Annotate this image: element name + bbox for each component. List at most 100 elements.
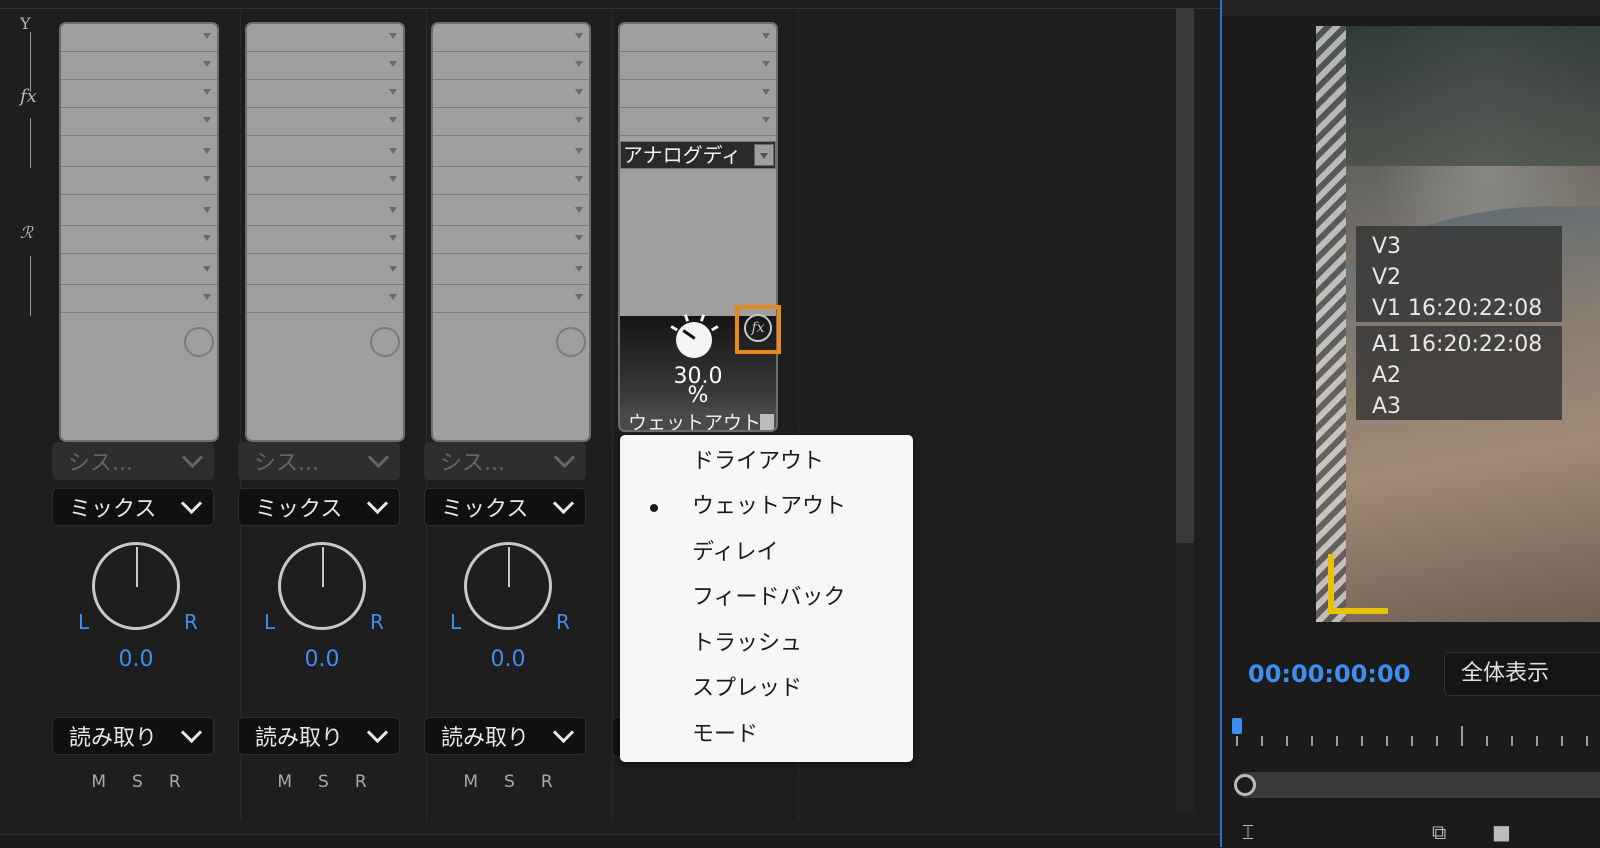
expand-collapse-icon[interactable]: Y xyxy=(20,14,31,33)
automation-mode-dropdown[interactable]: 読み取り xyxy=(238,717,400,755)
effects-rail-icon[interactable]: fx xyxy=(20,86,37,107)
pan-knob[interactable] xyxy=(278,542,366,630)
send-slot[interactable] xyxy=(247,198,403,226)
pan-knob[interactable] xyxy=(92,542,180,630)
pan-value[interactable]: 0.0 xyxy=(238,647,406,672)
playhead-marker[interactable] xyxy=(1232,718,1242,734)
playhead-timecode[interactable]: 00:00:00:00 xyxy=(1248,660,1410,688)
send-level-knob[interactable] xyxy=(184,327,214,357)
solo-button[interactable]: S xyxy=(132,772,143,792)
export-frame-icon[interactable]: ⧉ xyxy=(1432,820,1446,844)
effect-parameter-selector[interactable]: ウェットアウト xyxy=(620,412,776,432)
send-slot[interactable] xyxy=(247,226,403,254)
pan-value[interactable]: 0.0 xyxy=(52,647,220,672)
menu-item-label: モード xyxy=(692,722,759,747)
effect-slot[interactable] xyxy=(61,139,217,167)
effect-slot[interactable] xyxy=(433,139,589,167)
effect-slot[interactable] xyxy=(433,108,589,136)
sends-rail-icon[interactable]: ℛ xyxy=(20,223,33,242)
send-slot[interactable] xyxy=(61,257,217,285)
send-slot[interactable] xyxy=(433,198,589,226)
stop-icon[interactable]: ■ xyxy=(1492,820,1511,844)
effect-slot[interactable] xyxy=(620,24,776,52)
effect-slot-dropdown-button[interactable] xyxy=(754,144,774,166)
menu-item-delay[interactable]: ディレイ xyxy=(620,531,913,575)
send-slot[interactable] xyxy=(247,285,403,313)
effect-slot[interactable] xyxy=(433,24,589,52)
menu-item-feedback[interactable]: フィードバック xyxy=(620,576,913,620)
mute-button[interactable]: M xyxy=(277,772,292,792)
effect-slot[interactable] xyxy=(247,24,403,52)
send-slot[interactable] xyxy=(433,226,589,254)
menu-item-trash[interactable]: トラッシュ xyxy=(620,622,913,666)
output-select-dropdown[interactable]: ミックス xyxy=(238,488,400,526)
send-slot[interactable] xyxy=(61,198,217,226)
effect-parameter-unit: % xyxy=(687,383,709,408)
dropdown-arrow-icon xyxy=(762,89,770,95)
mute-button[interactable]: M xyxy=(463,772,478,792)
dropdown-arrow-icon xyxy=(203,235,211,241)
menu-item-mode[interactable]: モード xyxy=(620,713,913,757)
effect-slot[interactable] xyxy=(61,80,217,108)
automation-mode-dropdown[interactable]: 読み取り xyxy=(52,717,214,755)
pan-value[interactable]: 0.0 xyxy=(424,647,592,672)
mute-button[interactable]: M xyxy=(91,772,106,792)
input-select-dropdown[interactable]: シス... xyxy=(52,442,214,480)
effect-slot[interactable] xyxy=(247,139,403,167)
solo-button[interactable]: S xyxy=(318,772,329,792)
zoom-scroll-handle[interactable] xyxy=(1234,774,1256,796)
mark-in-icon[interactable]: ⌶ xyxy=(1242,820,1254,844)
send-slot[interactable] xyxy=(247,257,403,285)
effect-slot[interactable] xyxy=(247,52,403,80)
effect-slot[interactable] xyxy=(433,80,589,108)
effect-slot[interactable] xyxy=(247,167,403,195)
menu-item-spread[interactable]: スプレッド xyxy=(620,667,913,711)
record-button[interactable]: R xyxy=(541,772,553,792)
input-select-dropdown[interactable]: シス... xyxy=(424,442,586,480)
automation-mode-dropdown[interactable]: 読み取り xyxy=(424,717,586,755)
dropdown-arrow-icon xyxy=(389,89,397,95)
effect-parameter-knob[interactable] xyxy=(670,314,719,358)
record-button[interactable]: R xyxy=(355,772,367,792)
effect-parameter-selector-label: ウェットアウト xyxy=(628,412,762,432)
send-slot[interactable] xyxy=(61,285,217,313)
send-slot[interactable] xyxy=(61,226,217,254)
effect-slot[interactable] xyxy=(433,52,589,80)
output-select-dropdown[interactable]: ミックス xyxy=(424,488,586,526)
effect-slot[interactable] xyxy=(433,167,589,195)
record-button[interactable]: R xyxy=(169,772,181,792)
mixer-scrollbar-thumb[interactable] xyxy=(1176,8,1194,543)
send-level-knob[interactable] xyxy=(370,327,400,357)
mixer-scrollbar-track[interactable] xyxy=(1176,543,1194,813)
mixer-strip-1: シス... ミックス L R 0.0 読み取り M S R xyxy=(52,10,241,820)
input-select-dropdown[interactable]: シス... xyxy=(238,442,400,480)
effect-slot[interactable] xyxy=(247,108,403,136)
effect-slot-analog-delay[interactable]: アナログディ xyxy=(620,141,776,169)
effect-slot[interactable] xyxy=(61,108,217,136)
fx-bypass-button[interactable]: fx xyxy=(735,305,781,354)
effect-slot[interactable] xyxy=(61,52,217,80)
pan-knob[interactable] xyxy=(464,542,552,630)
menu-item-dry-out[interactable]: ドライアウト xyxy=(620,440,913,484)
output-select-dropdown[interactable]: ミックス xyxy=(52,488,214,526)
solo-button[interactable]: S xyxy=(504,772,515,792)
menu-item-wet-out[interactable]: ウェットアウト xyxy=(620,485,913,529)
effect-slot[interactable] xyxy=(620,80,776,108)
effect-slot[interactable] xyxy=(247,80,403,108)
zoom-scroll-bar[interactable] xyxy=(1234,772,1600,798)
effect-slot[interactable] xyxy=(61,24,217,52)
effect-slot[interactable] xyxy=(620,52,776,80)
send-level-knob[interactable] xyxy=(556,327,586,357)
effect-slot[interactable] xyxy=(620,108,776,136)
chevron-down-icon xyxy=(552,721,575,743)
effects-inserts-panel xyxy=(245,22,405,442)
dropdown-arrow-icon xyxy=(575,294,583,300)
send-slot[interactable] xyxy=(433,285,589,313)
dropdown-arrow-icon xyxy=(762,117,770,123)
zoom-fit-dropdown[interactable]: 全体表示 xyxy=(1444,652,1600,696)
effect-slot[interactable] xyxy=(61,167,217,195)
monitor-time-ruler[interactable] xyxy=(1236,722,1600,752)
send-slot[interactable] xyxy=(433,257,589,285)
automation-mode-label: 読み取り xyxy=(69,726,158,751)
overlay-track-v2: V2 xyxy=(1372,265,1402,290)
